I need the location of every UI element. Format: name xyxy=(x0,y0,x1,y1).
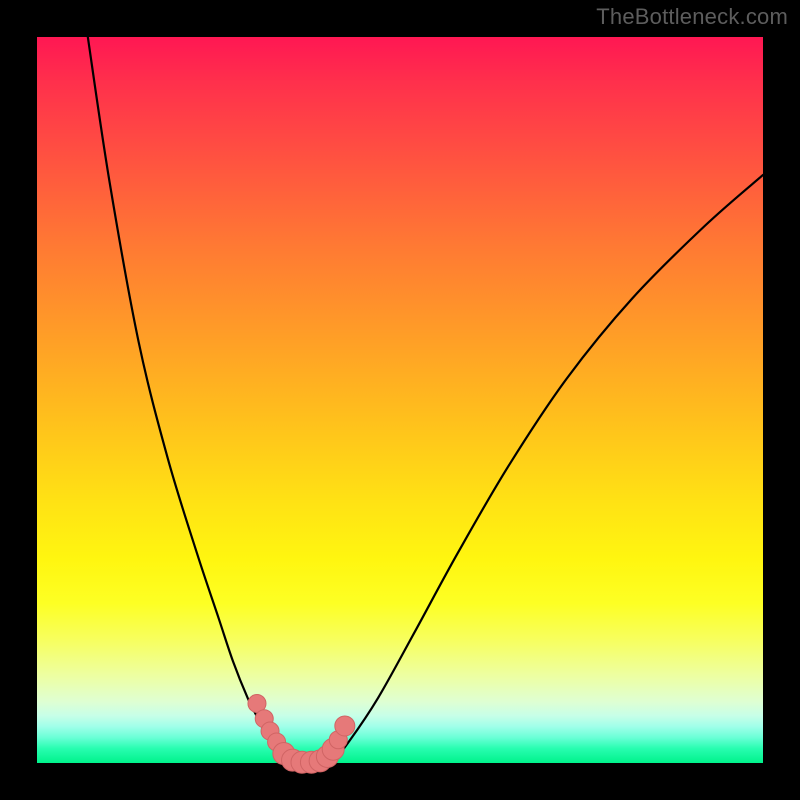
plot-area xyxy=(37,37,763,763)
data-marker xyxy=(335,716,355,736)
bottleneck-curve xyxy=(88,37,763,765)
curve-layer xyxy=(88,37,763,765)
watermark-text: TheBottleneck.com xyxy=(596,4,788,30)
marker-layer xyxy=(248,694,355,773)
chart-svg xyxy=(37,37,763,763)
outer-frame: TheBottleneck.com xyxy=(0,0,800,800)
